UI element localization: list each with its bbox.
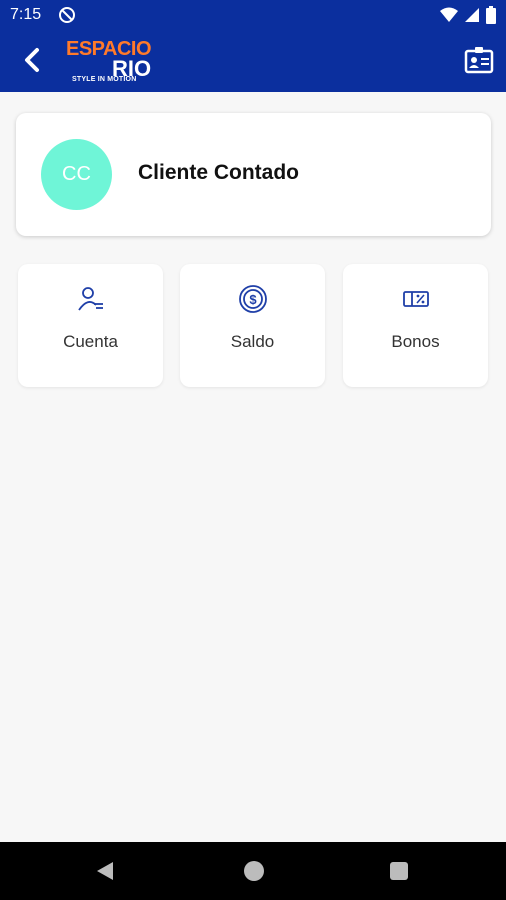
do-not-disturb-icon <box>58 6 76 29</box>
dollar-coin-icon: $ <box>238 285 267 313</box>
menu-tiles: Cuenta $ Saldo Bonos <box>18 264 490 387</box>
nav-home-icon[interactable] <box>244 861 264 881</box>
client-name: Cliente Contado <box>138 161 299 184</box>
avatar-initials: CC <box>62 163 91 185</box>
client-profile-card: CC Cliente Contado <box>16 113 491 236</box>
battery-icon <box>486 6 496 29</box>
app-bar: ESPACIO RIO STYLE IN MOTION <box>0 30 506 92</box>
tile-label: Bonos <box>391 332 440 351</box>
status-icons <box>440 6 496 29</box>
status-time: 7:15 <box>10 6 42 23</box>
brand-logo: ESPACIO RIO STYLE IN MOTION <box>66 36 161 88</box>
signal-icon <box>464 7 480 28</box>
tile-label: Saldo <box>230 332 275 351</box>
back-button[interactable] <box>16 44 48 76</box>
avatar: CC <box>41 139 112 210</box>
voucher-icon <box>402 291 429 307</box>
chevron-left-icon <box>25 48 39 72</box>
status-bar: 7:15 <box>0 0 506 30</box>
nav-recents-icon[interactable] <box>390 862 408 880</box>
tile-label: Cuenta <box>63 332 118 351</box>
system-navigation-bar <box>0 842 506 900</box>
tile-bonos[interactable]: Bonos <box>343 264 488 387</box>
logo-tagline: STYLE IN MOTION <box>72 76 137 83</box>
contact-card-icon <box>464 47 494 74</box>
tile-saldo[interactable]: $ Saldo <box>180 264 325 387</box>
contact-card-button[interactable] <box>462 44 496 76</box>
user-list-icon <box>77 287 103 311</box>
svg-text:$: $ <box>249 292 257 307</box>
tile-cuenta[interactable]: Cuenta <box>18 264 163 387</box>
nav-back-icon[interactable] <box>95 860 115 882</box>
wifi-icon <box>440 7 458 28</box>
